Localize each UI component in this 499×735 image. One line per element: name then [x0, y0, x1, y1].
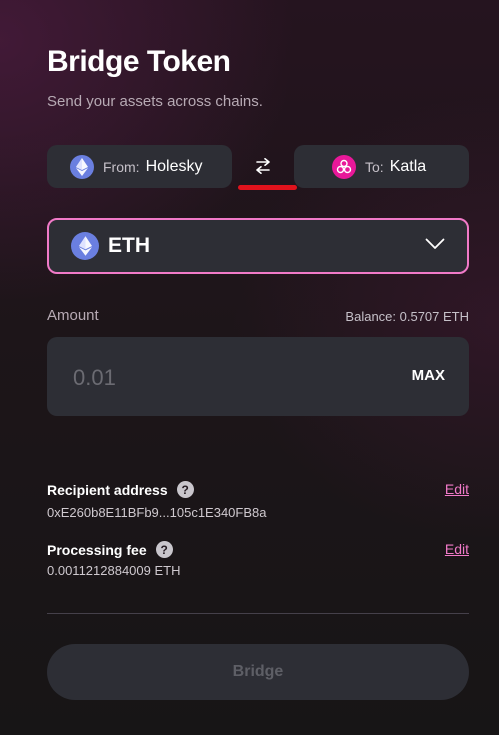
balance-text: Balance: 0.5707 ETH: [345, 309, 469, 324]
swap-arrows-icon: [256, 158, 270, 174]
page-title: Bridge Token: [47, 45, 231, 78]
page-subtitle: Send your assets across chains.: [47, 93, 263, 110]
processing-fee-value: 0.0011212884009 ETH: [47, 563, 181, 578]
ethereum-icon: [70, 154, 94, 179]
to-chain-button[interactable]: To: Katla: [294, 145, 469, 188]
swap-chains-button[interactable]: [241, 148, 285, 184]
recipient-address-label-text: Recipient address: [47, 481, 168, 498]
selected-token-symbol: ETH: [108, 234, 150, 257]
amount-label: Amount: [47, 307, 99, 324]
processing-fee-label-text: Processing fee: [47, 541, 147, 558]
recipient-address-label: Recipient address ?: [47, 481, 194, 498]
ethereum-icon: [71, 232, 99, 260]
processing-fee-label: Processing fee ?: [47, 541, 173, 558]
help-icon[interactable]: ?: [155, 541, 173, 558]
edit-fee-link[interactable]: Edit: [445, 541, 469, 557]
token-select-dropdown[interactable]: ETH: [47, 218, 469, 274]
chevron-down-icon: [425, 238, 445, 249]
to-chain-label: To:: [365, 158, 384, 175]
from-chain-label: From:: [103, 158, 140, 175]
bridge-form: Bridge Token Send your assets across cha…: [47, 0, 469, 735]
katla-icon: [332, 154, 356, 179]
swap-active-underline: [238, 185, 297, 190]
help-icon[interactable]: ?: [176, 481, 194, 498]
recipient-address-value: 0xE260b8E11BFb9...105c1E340FB8a: [47, 505, 267, 520]
amount-input-container: MAX: [47, 337, 469, 416]
from-chain-button[interactable]: From: Holesky: [47, 145, 232, 188]
from-chain-value: Holesky: [145, 157, 203, 175]
divider: [47, 613, 469, 614]
bridge-button[interactable]: Bridge: [47, 644, 469, 700]
max-button[interactable]: MAX: [412, 367, 445, 384]
edit-recipient-link[interactable]: Edit: [445, 481, 469, 497]
amount-input[interactable]: [73, 363, 373, 393]
to-chain-value: Katla: [389, 157, 427, 175]
